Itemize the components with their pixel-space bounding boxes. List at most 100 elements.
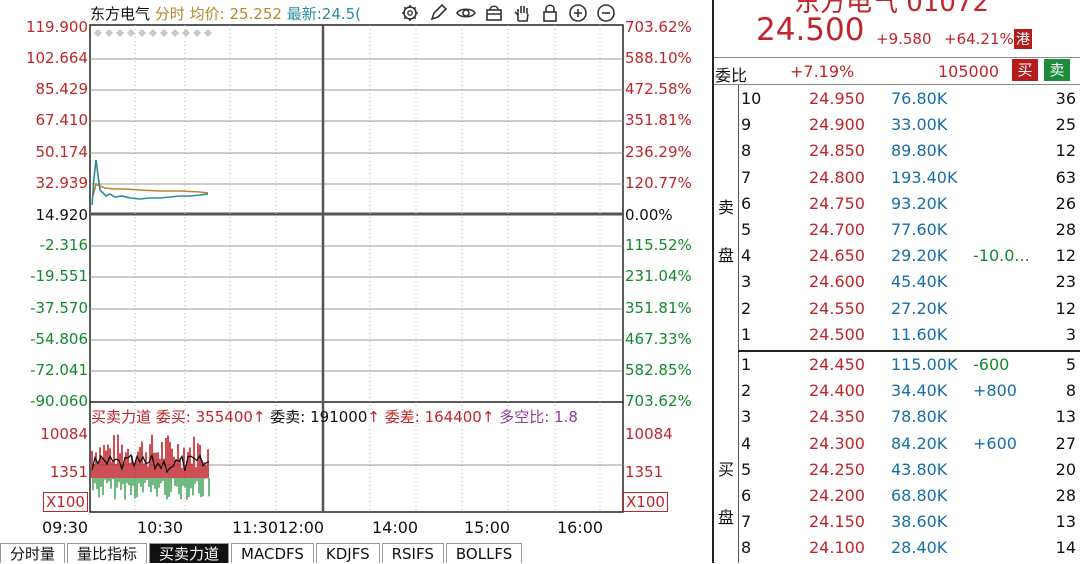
price: 24.100 — [809, 538, 865, 558]
volume: 33.00K — [891, 115, 948, 135]
volume: 193.40K — [891, 167, 958, 187]
bids-row[interactable]: 6 24.200 68.80K 28 — [741, 483, 1080, 509]
count: 28 — [1055, 486, 1076, 505]
volume: 28.40K — [891, 538, 948, 558]
last-price: 24.500 — [756, 12, 865, 48]
level: 7 — [741, 167, 752, 187]
asks-row[interactable]: 9 24.900 33.00K 25 — [741, 112, 1080, 138]
ask-value: 191000 — [310, 408, 368, 426]
volume: 27.20K — [891, 298, 948, 318]
level: 2 — [741, 298, 752, 318]
market-badge: 港 — [1014, 29, 1032, 49]
price: 24.600 — [809, 272, 865, 292]
price-chart[interactable] — [0, 0, 712, 563]
tab-2[interactable]: 买卖力道 — [149, 543, 230, 563]
price: 24.400 — [809, 381, 865, 401]
asks-row[interactable]: 10 24.950 76.80K 36 — [741, 86, 1080, 112]
sub-chart-header: 买卖力道 委买: 355400↑ 委卖: 191000↑ 委差: 164400↑… — [91, 406, 578, 427]
sub-y-right-top: 10084 — [625, 425, 673, 443]
volume: 115.00K — [891, 355, 958, 374]
asks-row[interactable]: 5 24.700 77.60K 28 — [741, 217, 1080, 243]
price: 24.900 — [809, 115, 865, 135]
x-axis-label: 15:00 — [464, 518, 511, 537]
bids-row[interactable]: 8 24.100 28.40K 14 — [741, 535, 1080, 561]
price: 24.800 — [809, 167, 865, 187]
count: 13 — [1055, 512, 1076, 532]
tab-6[interactable]: BOLLFS — [445, 543, 523, 563]
divider-top — [714, 57, 1080, 58]
bids-row[interactable]: 1 24.450 115.00K -600 5 — [741, 352, 1080, 378]
diff-value: 164400 — [424, 408, 482, 426]
asks-row[interactable]: 7 24.800 193.40K 63 — [741, 165, 1080, 191]
volume: 45.40K — [891, 272, 948, 292]
tab-4[interactable]: KDJFS — [315, 543, 380, 563]
asks-row[interactable]: 1 24.500 11.60K 3 — [741, 322, 1080, 348]
sub-y-left-top: 10084 — [40, 425, 88, 443]
price: 24.350 — [809, 407, 865, 427]
price: 24.950 — [809, 89, 865, 108]
buy-button[interactable]: 买 — [1012, 59, 1038, 81]
level: 3 — [741, 407, 752, 427]
asks-row[interactable]: 3 24.600 45.40K 23 — [741, 269, 1080, 295]
count: 27 — [1055, 433, 1076, 453]
x100-left-button[interactable]: X100 — [43, 492, 88, 512]
volume: 29.20K — [891, 246, 948, 266]
bids-row[interactable]: 5 24.250 43.80K 20 — [741, 457, 1080, 483]
asks-row[interactable]: 2 24.550 27.20K 12 — [741, 296, 1080, 322]
ratio-label: 多空比: 1.8 — [499, 408, 578, 426]
tab-5[interactable]: RSIFS — [381, 543, 444, 563]
intraday-chart-panel[interactable]: 东方电气 分时 均价: 25.252 最新:24.5( 119.900 102.6… — [0, 0, 712, 563]
weibi-volume: 105000 — [938, 62, 1000, 81]
volume: 77.60K — [891, 220, 948, 239]
bids-row[interactable]: 3 24.350 78.80K 13 — [741, 404, 1080, 430]
count: 3 — [1065, 324, 1076, 344]
volume: 38.60K — [891, 512, 948, 532]
level: 9 — [741, 115, 752, 135]
asks-row[interactable]: 4 24.650 29.20K -10.0... 12 — [741, 243, 1080, 269]
bids-row[interactable]: 4 24.300 84.20K +600 27 — [741, 431, 1080, 457]
level: 8 — [741, 538, 752, 558]
count: 8 — [1065, 381, 1076, 401]
up-arrow-icon: ↑ — [367, 408, 380, 426]
tab-1[interactable]: 量比指标 — [67, 543, 148, 563]
price-change: +9.580 — [876, 30, 932, 48]
tab-3[interactable]: MACDFS — [231, 543, 314, 563]
sub-y-right-mid: 1351 — [625, 463, 664, 481]
sell-button[interactable]: 卖 — [1044, 59, 1070, 81]
price-change-pct: +64.21% — [944, 30, 1014, 48]
price: 24.750 — [809, 193, 865, 213]
up-arrow-icon: ↑ — [252, 408, 266, 426]
price: 24.500 — [809, 324, 865, 344]
count: 36 — [1055, 89, 1076, 108]
x-axis-label: 14:00 — [372, 518, 419, 537]
level: 5 — [741, 220, 752, 239]
bids-row[interactable]: 2 24.400 34.40K +800 8 — [741, 378, 1080, 404]
sell-side-label: 卖盘 — [718, 198, 735, 265]
level: 4 — [741, 246, 752, 266]
count: 23 — [1055, 272, 1076, 292]
count: 12 — [1055, 141, 1076, 161]
count: 28 — [1055, 220, 1076, 239]
level: 7 — [741, 512, 752, 532]
ask-label: 委卖: — [270, 408, 306, 426]
x100-right-button[interactable]: X100 — [623, 492, 668, 512]
asks-row[interactable]: 6 24.750 93.20K 26 — [741, 191, 1080, 217]
x-axis-label: 12:00 — [278, 518, 325, 537]
diff-label: 委差: — [384, 408, 420, 426]
volume: 89.80K — [891, 141, 948, 161]
price-line — [91, 159, 209, 206]
count: 13 — [1055, 407, 1076, 427]
bids-row[interactable]: 7 24.150 38.60K 13 — [741, 509, 1080, 535]
price: 24.550 — [809, 298, 865, 318]
sub-title: 买卖力道 — [91, 408, 152, 426]
volume: 11.60K — [891, 324, 948, 344]
level: 1 — [741, 324, 752, 344]
price: 24.850 — [809, 141, 865, 161]
asks-row[interactable]: 8 24.850 89.80K 12 — [741, 138, 1080, 164]
count: 20 — [1055, 459, 1076, 479]
level: 2 — [741, 381, 752, 401]
level: 3 — [741, 272, 752, 292]
x-axis-label: 10:30 — [137, 518, 184, 537]
tab-0[interactable]: 分时量 — [0, 543, 66, 563]
change: -10.0... — [973, 246, 1030, 266]
